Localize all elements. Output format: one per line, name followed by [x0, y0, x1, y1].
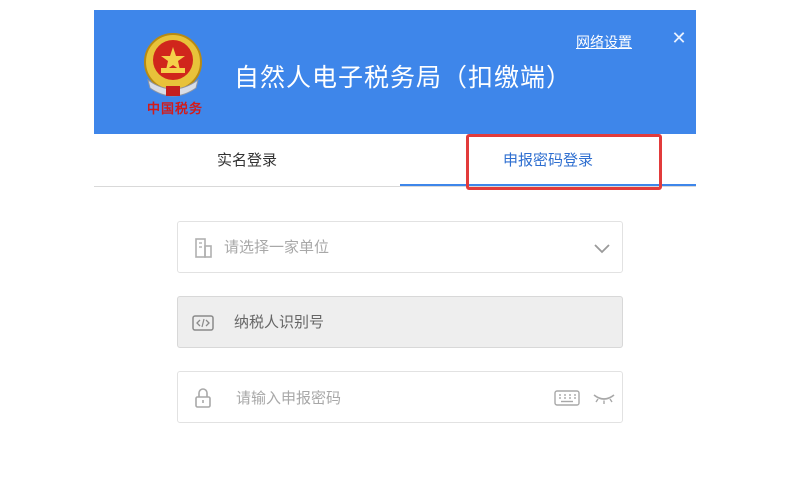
emblem-caption: 中国税务 [146, 102, 203, 117]
chevron-down-icon[interactable] [592, 238, 612, 258]
code-icon [192, 315, 214, 331]
unit-select[interactable]: 请选择一家单位 [177, 221, 623, 273]
eye-closed-icon[interactable] [592, 391, 616, 405]
tab-password-login[interactable]: 申报密码登录 [400, 134, 696, 186]
building-icon [195, 238, 212, 258]
taxpayer-id-placeholder: 纳税人识别号 [234, 313, 325, 331]
app-header: 中国税务 自然人电子税务局（扣缴端） 网络设置 ✕ [94, 10, 696, 134]
app-title: 自然人电子税务局（扣缴端） [234, 63, 573, 92]
tab-realname-login[interactable]: 实名登录 [94, 134, 400, 186]
close-icon[interactable]: ✕ [670, 30, 688, 48]
password-input[interactable] [234, 372, 538, 424]
login-window: 中国税务 自然人电子税务局（扣缴端） 网络设置 ✕ 实名登录 申报密码登录 请选… [94, 10, 696, 500]
password-field[interactable] [177, 371, 623, 424]
lock-icon [195, 388, 211, 408]
login-tabs: 实名登录 申报密码登录 [94, 134, 696, 187]
network-settings-link[interactable]: 网络设置 [576, 32, 632, 52]
keyboard-icon[interactable] [554, 389, 580, 407]
unit-select-placeholder: 请选择一家单位 [224, 238, 330, 256]
taxpayer-id-field: 纳税人识别号 [177, 296, 623, 348]
